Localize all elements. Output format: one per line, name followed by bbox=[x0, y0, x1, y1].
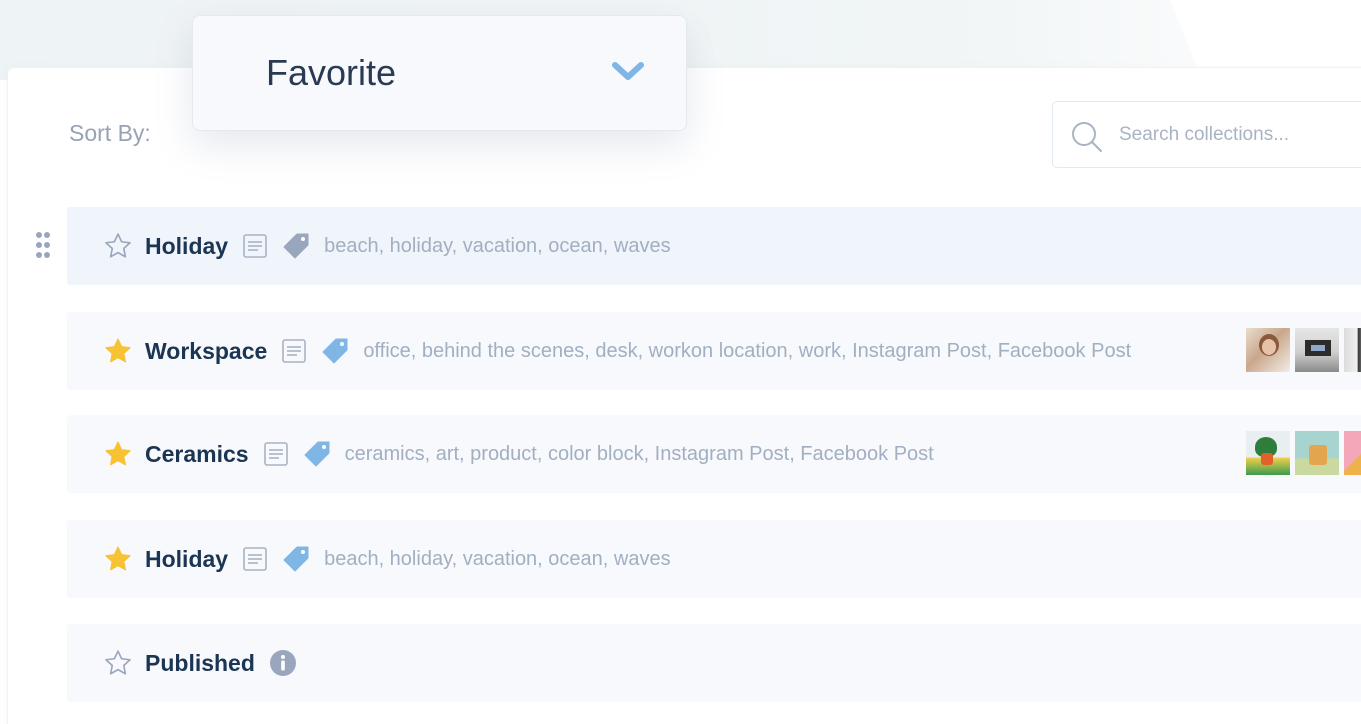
note-icon bbox=[263, 441, 303, 467]
sort-dropdown[interactable]: Favorite bbox=[192, 15, 687, 131]
collection-tags: beach, holiday, vacation, ocean, waves bbox=[324, 234, 671, 257]
note-icon bbox=[242, 546, 282, 572]
drag-handle-icon[interactable] bbox=[35, 231, 51, 264]
note-icon bbox=[242, 233, 282, 259]
collection-title: Published bbox=[145, 649, 255, 676]
sort-dropdown-value: Favorite bbox=[266, 52, 397, 93]
thumbnail-strip bbox=[1246, 431, 1361, 475]
search-box bbox=[1052, 101, 1361, 168]
tag-icon bbox=[321, 337, 363, 365]
collection-title: Holiday bbox=[145, 545, 229, 572]
search-icon bbox=[1071, 121, 1103, 158]
star-outline-icon[interactable] bbox=[103, 648, 145, 678]
background-corner bbox=[1170, 0, 1361, 70]
collection-row[interactable]: Holiday beach, holiday, vacation, ocean,… bbox=[67, 207, 1361, 285]
thumbnail-image[interactable] bbox=[1295, 328, 1339, 372]
collection-tags: office, behind the scenes, desk, workon … bbox=[363, 339, 1132, 362]
star-filled-icon[interactable] bbox=[103, 439, 145, 469]
tag-icon bbox=[282, 232, 324, 260]
collection-row[interactable]: Ceramics ceramics, art, product, color b… bbox=[67, 415, 1361, 493]
thumbnail-image[interactable] bbox=[1246, 431, 1290, 475]
sort-by-label: Sort By: bbox=[69, 120, 151, 146]
collection-row[interactable]: Holiday beach, holiday, vacation, ocean,… bbox=[67, 520, 1361, 598]
star-filled-icon[interactable] bbox=[103, 336, 145, 366]
collection-tags: ceramics, art, product, color block, Ins… bbox=[344, 442, 934, 465]
collection-row[interactable]: Published bbox=[67, 624, 1361, 702]
collection-title: Holiday bbox=[145, 232, 229, 259]
info-icon[interactable] bbox=[269, 649, 297, 677]
tag-icon bbox=[282, 545, 324, 573]
thumbnail-strip bbox=[1246, 328, 1361, 372]
collection-title: Workspace bbox=[145, 337, 268, 364]
tag-icon bbox=[303, 440, 345, 468]
collection-tags: beach, holiday, vacation, ocean, waves bbox=[324, 547, 671, 570]
collection-row[interactable]: Workspace office, behind the scenes, des… bbox=[67, 312, 1361, 390]
collection-title: Ceramics bbox=[145, 440, 249, 467]
search-input[interactable] bbox=[1119, 120, 1359, 150]
star-filled-icon[interactable] bbox=[103, 544, 145, 574]
thumbnail-image[interactable] bbox=[1246, 328, 1290, 372]
star-outline-icon[interactable] bbox=[103, 231, 145, 261]
thumbnail-image[interactable] bbox=[1344, 431, 1361, 475]
chevron-down-icon bbox=[611, 60, 645, 87]
note-icon bbox=[281, 338, 321, 364]
thumbnail-image[interactable] bbox=[1344, 328, 1361, 372]
thumbnail-image[interactable] bbox=[1295, 431, 1339, 475]
